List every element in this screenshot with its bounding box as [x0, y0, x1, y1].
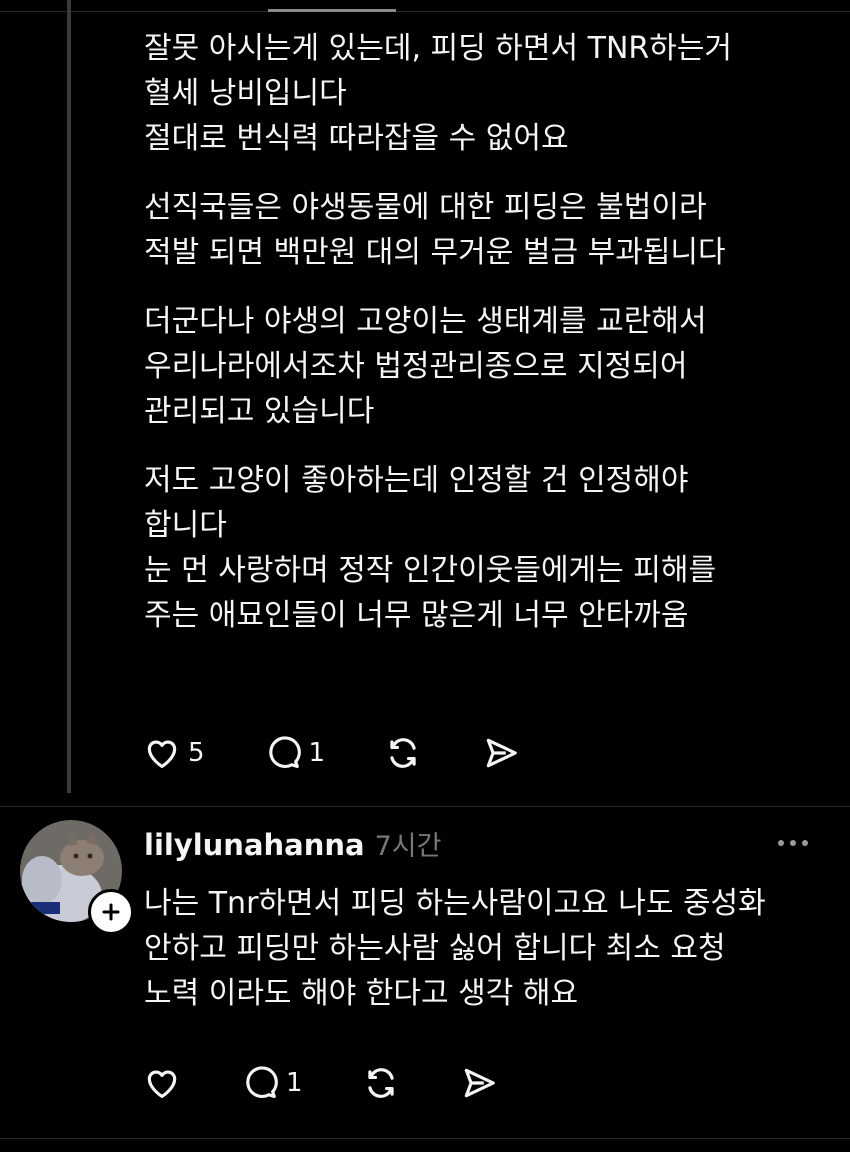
more-dots-icon[interactable]: [778, 840, 814, 846]
text-line: 잘못 아시는게 있는데, 피딩 하면서 TNR하는거: [144, 31, 733, 66]
text-line: 노력 이라도 해야 한다고 생각 해요: [144, 976, 579, 1011]
post-2-header: lilylunahanna 7시간: [144, 824, 441, 863]
send-arrow-icon: [464, 1068, 495, 1098]
post-2-body: 나는 Tnr하면서 피딩 하는사람이고요 나도 중성화 안하고 피딩만 하는사람…: [144, 881, 844, 1040]
repost-button[interactable]: [361, 1064, 401, 1102]
text-line: 나는 Tnr하면서 피딩 하는사람이고요 나도 중성화: [144, 886, 766, 921]
reply-count: 1: [286, 1068, 303, 1098]
repost-button[interactable]: [383, 734, 423, 772]
text-line: 주는 애묘인들이 너무 많은게 너무 안타까움: [144, 598, 689, 633]
post-1-actions: 5 1: [142, 734, 579, 772]
reply-count: 1: [308, 738, 326, 768]
text-line: 저도 고양이 좋아하는데 인정할 건 인정해야: [144, 463, 689, 498]
like-button[interactable]: 5: [142, 734, 205, 772]
username[interactable]: lilylunahanna: [144, 828, 365, 862]
scroll-indicator: [268, 9, 396, 12]
like-count: 5: [188, 738, 205, 768]
text-line: 안하고 피딩만 하는사람 싫어 합니다 최소 요청: [144, 931, 726, 966]
timestamp: 7시간: [374, 831, 442, 862]
share-button[interactable]: [481, 734, 521, 772]
text-line: 선직국들은 야생동물에 대한 피딩은 불법이라: [144, 190, 707, 225]
paragraph: 나는 Tnr하면서 피딩 하는사람이고요 나도 중성화 안하고 피딩만 하는사람…: [144, 881, 844, 1016]
comment-bubble-icon: [268, 736, 301, 769]
reply-button[interactable]: 1: [263, 734, 326, 772]
paragraph: 저도 고양이 좋아하는데 인정할 건 인정해야 합니다 눈 먼 사랑하며 정작 …: [144, 458, 834, 638]
follow-button[interactable]: [88, 889, 134, 935]
text-line: 더군다나 야생의 고양이는 생태계를 교란해서: [144, 304, 707, 339]
repost-arrows-icon: [390, 738, 416, 768]
text-line: 합니다: [144, 508, 227, 543]
post-2-actions: 1: [142, 1064, 557, 1102]
top-separator: [0, 11, 850, 12]
post-1-body: 잘못 아시는게 있는데, 피딩 하면서 TNR하는거 혈세 낭비입니다 절대로 …: [144, 26, 834, 662]
text-line: 우리나라에서조차 법정관리종으로 지정되어: [144, 349, 688, 384]
like-button[interactable]: [142, 1064, 182, 1102]
reply-button[interactable]: 1: [240, 1064, 303, 1102]
share-button[interactable]: [459, 1064, 499, 1102]
heart-icon: [147, 740, 177, 769]
post-divider: [0, 806, 850, 807]
text-line: 눈 먼 사랑하며 정작 인간이웃들에게는 피해를: [144, 553, 717, 588]
send-arrow-icon: [486, 738, 517, 768]
text-line: 혈세 낭비입니다: [144, 76, 347, 111]
text-line: 관리되고 있습니다: [144, 394, 375, 429]
paragraph: 더군다나 야생의 고양이는 생태계를 교란해서 우리나라에서조차 법정관리종으로…: [144, 299, 834, 434]
plus-icon: [102, 903, 120, 921]
paragraph: 잘못 아시는게 있는데, 피딩 하면서 TNR하는거 혈세 낭비입니다 절대로 …: [144, 26, 834, 161]
repost-arrows-icon: [367, 1068, 394, 1098]
heart-icon: [147, 1070, 177, 1099]
paragraph: 선직국들은 야생동물에 대한 피딩은 불법이라 적발 되면 백만원 대의 무거운…: [144, 185, 834, 275]
text-line: 적발 되면 백만원 대의 무거운 벌금 부과됩니다: [144, 235, 726, 270]
bottom-separator: [0, 1138, 850, 1139]
text-line: 절대로 번식력 따라잡을 수 없어요: [144, 121, 569, 156]
comment-bubble-icon: [246, 1066, 278, 1099]
thread-connector-line: [67, 0, 71, 793]
